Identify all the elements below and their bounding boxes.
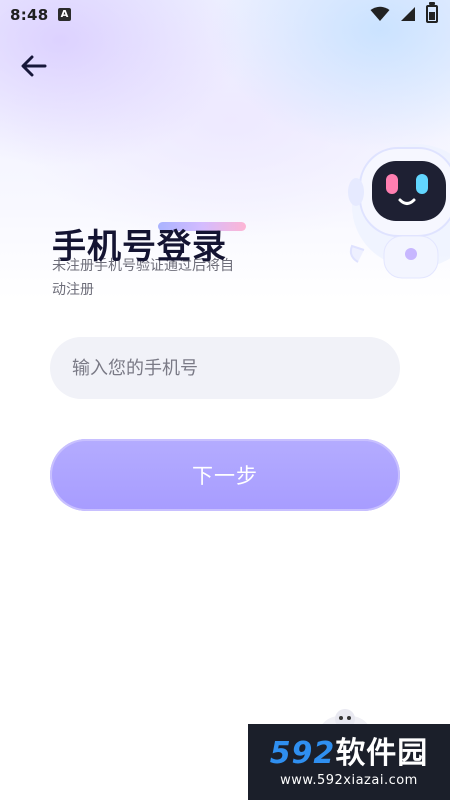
- watermark-overlay: 592软件园 www.592xiazai.com: [248, 724, 450, 800]
- back-button[interactable]: [16, 50, 52, 82]
- notification-a-icon: A: [58, 8, 71, 21]
- status-icons: [370, 2, 438, 23]
- wifi-icon: [370, 6, 390, 21]
- status-time: 8:48: [10, 6, 49, 24]
- robot-mascot-illustration: [348, 144, 450, 279]
- watermark-url: www.592xiazai.com: [280, 772, 418, 788]
- phone-input-container[interactable]: [50, 337, 400, 399]
- status-bar: 8:48 A: [0, 0, 450, 30]
- watermark-logo: 592软件园: [269, 735, 429, 771]
- page-title: 手机号登录: [52, 226, 227, 267]
- phone-input[interactable]: [70, 356, 400, 380]
- arrow-left-icon: [21, 55, 47, 77]
- signal-icon: [401, 7, 415, 21]
- watermark-logo-text: 软件园: [335, 735, 429, 771]
- watermark-logo-number: 592: [269, 735, 336, 771]
- next-button[interactable]: 下一步: [50, 439, 400, 511]
- battery-icon: [426, 2, 438, 23]
